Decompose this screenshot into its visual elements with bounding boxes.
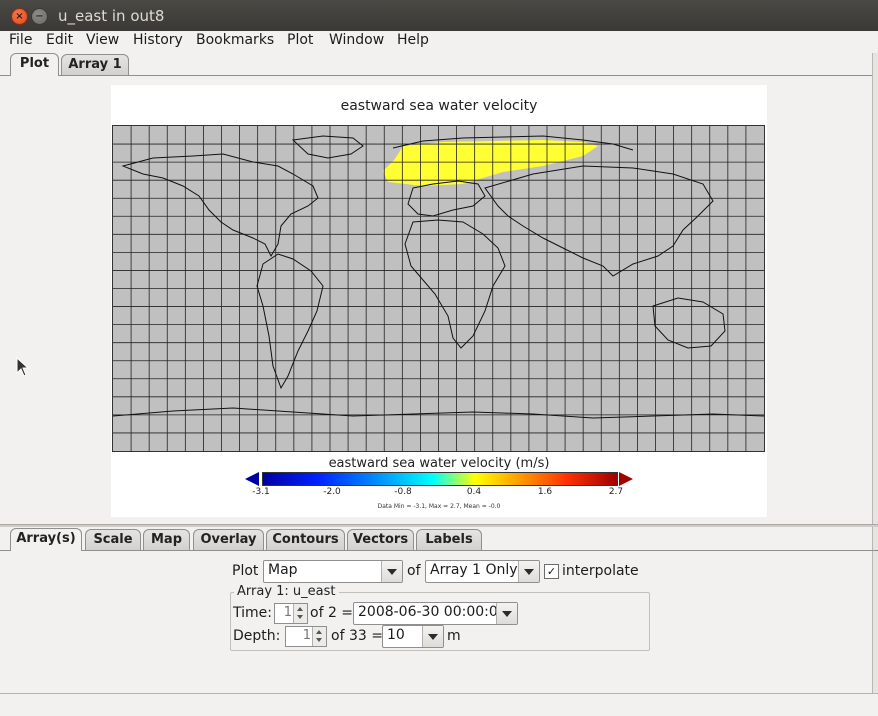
chevron-down-icon — [496, 603, 517, 624]
depth-of-label: of 33 = — [331, 628, 383, 644]
depth-unit: m — [447, 628, 461, 644]
data-stats: Data Min = -3.1, Max = 2.7, Mean = -0.0 — [377, 503, 501, 510]
depth-index-value: 1 — [302, 628, 311, 643]
colorbar-tick: 1.6 — [537, 487, 553, 497]
tab-arrays[interactable]: Array(s) — [10, 528, 82, 551]
window-title: u_east in out8 — [58, 7, 165, 25]
depth-label: Depth: — [233, 628, 281, 644]
time-index-value: 1 — [283, 605, 292, 620]
menu-help[interactable]: Help — [397, 32, 429, 48]
bottom-tab-strip: Array(s) Scale Map Overlay Contours Vect… — [0, 528, 878, 551]
menu-file[interactable]: File — [9, 32, 32, 48]
tab-contours[interactable]: Contours — [266, 529, 345, 550]
of-label: of — [407, 563, 421, 579]
menu-bookmarks[interactable]: Bookmarks — [196, 32, 274, 48]
time-index-spinner[interactable]: 1 — [274, 603, 308, 624]
split-pane-divider[interactable] — [0, 524, 878, 527]
colorbar-max-arrow — [619, 472, 633, 486]
colorbar — [262, 472, 618, 486]
tab-scale[interactable]: Scale — [85, 529, 141, 550]
chevron-down-icon — [422, 626, 443, 647]
plot-label: Plot — [232, 563, 259, 579]
plot-type-value: Map — [268, 562, 298, 578]
chevron-down-icon — [381, 561, 402, 582]
menu-history[interactable]: History — [133, 32, 183, 48]
chevron-down-icon — [518, 561, 539, 582]
colorbar-title: eastward sea water velocity (m/s) — [328, 456, 550, 471]
array-mode-select[interactable]: Array 1 Only — [425, 560, 540, 583]
time-value-select[interactable]: 2008-06-30 00:00:00 — [353, 602, 518, 625]
tab-map[interactable]: Map — [143, 529, 190, 550]
right-edge-scrollbar[interactable] — [872, 53, 878, 693]
minimize-button[interactable]: − — [31, 8, 48, 25]
menu-plot[interactable]: Plot — [287, 32, 313, 48]
colorbar-tick: -2.0 — [323, 487, 341, 497]
world-map[interactable] — [112, 125, 765, 452]
menu-window[interactable]: Window — [329, 32, 384, 48]
colorbar-tick: -3.1 — [252, 487, 270, 497]
spinner-arrows-icon[interactable] — [293, 604, 307, 623]
menu-bar: File Edit View History Bookmarks Plot Wi… — [0, 31, 878, 53]
depth-value: 10 — [387, 627, 405, 643]
plot-title: eastward sea water velocity — [340, 98, 538, 114]
tab-labels[interactable]: Labels — [416, 529, 482, 550]
status-bar — [0, 693, 878, 694]
interpolate-checkbox[interactable]: ✓ — [544, 564, 559, 579]
depth-value-select[interactable]: 10 — [382, 625, 444, 648]
colorbar-tick: 2.7 — [608, 487, 624, 497]
title-bar[interactable]: × − u_east in out8 — [0, 0, 878, 31]
application-window: × − u_east in out8 File Edit View Histor… — [0, 0, 878, 716]
tab-vectors[interactable]: Vectors — [347, 529, 414, 550]
menu-edit[interactable]: Edit — [46, 32, 73, 48]
colorbar-min-arrow — [245, 472, 259, 486]
plot-type-select[interactable]: Map — [263, 560, 403, 583]
depth-index-spinner[interactable]: 1 — [285, 626, 327, 647]
time-of-label: of 2 = — [310, 605, 354, 621]
tab-plot[interactable]: Plot — [10, 53, 59, 76]
tab-array-1[interactable]: Array 1 — [61, 54, 129, 75]
minimize-icon: − — [35, 11, 44, 22]
close-icon: × — [15, 11, 24, 22]
colorbar-tick: -0.8 — [394, 487, 412, 497]
top-tab-strip: Plot Array 1 — [0, 53, 878, 76]
array-mode-value: Array 1 Only — [430, 562, 518, 578]
time-label: Time: — [233, 605, 272, 621]
plot-panel: eastward sea water velocity eastward sea… — [111, 85, 767, 517]
spinner-arrows-icon[interactable] — [312, 627, 326, 646]
menu-view[interactable]: View — [86, 32, 119, 48]
interpolate-label[interactable]: interpolate — [562, 563, 639, 579]
time-value: 2008-06-30 00:00:00 — [358, 604, 507, 620]
group-title: Array 1: u_east — [234, 584, 339, 599]
close-button[interactable]: × — [11, 8, 28, 25]
colorbar-tick: 0.4 — [466, 487, 482, 497]
mouse-pointer-icon — [16, 357, 30, 377]
tab-overlay[interactable]: Overlay — [193, 529, 264, 550]
